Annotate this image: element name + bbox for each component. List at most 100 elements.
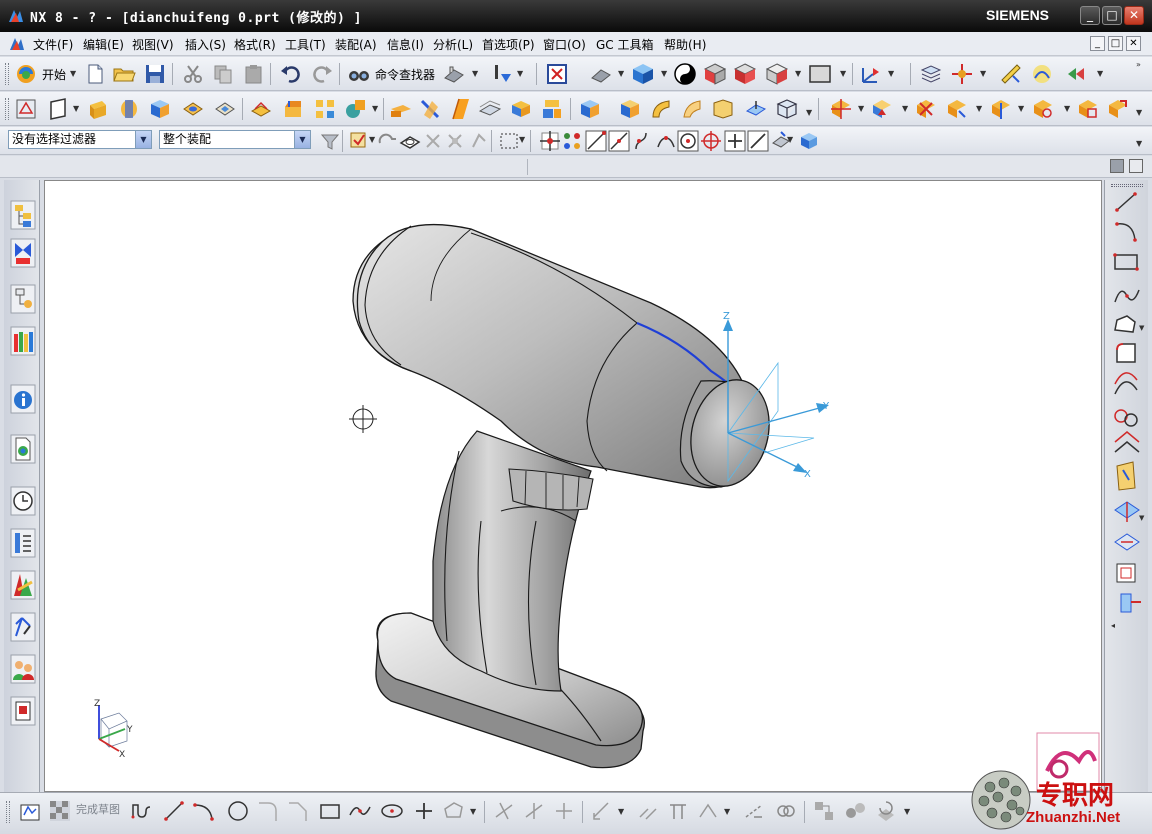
- manufacturing-wizards-icon[interactable]: [10, 570, 36, 600]
- chamfer-feature-icon[interactable]: [281, 97, 305, 121]
- menu-analysis[interactable]: 分析(L): [433, 36, 473, 53]
- chevron-down-icon[interactable]: ▼: [70, 69, 76, 78]
- start-icon[interactable]: [14, 62, 38, 86]
- menu-tools[interactable]: 工具(T): [285, 36, 326, 53]
- offset-curve-icon[interactable]: [1114, 372, 1138, 395]
- convert-reference-icon[interactable]: [742, 799, 766, 823]
- measure-distance-icon[interactable]: [999, 62, 1023, 86]
- fit-view-icon[interactable]: [545, 62, 569, 86]
- snap-tool-1-icon[interactable]: [421, 129, 445, 153]
- datum-plane-icon[interactable]: [47, 97, 71, 121]
- block-icon[interactable]: [148, 97, 172, 121]
- roles-icon[interactable]: [10, 612, 36, 642]
- derived-lines-icon[interactable]: [1116, 563, 1136, 583]
- selection-scope-dropdown[interactable]: 整个装配 ▼: [159, 130, 311, 149]
- layer-settings-icon[interactable]: [919, 62, 943, 86]
- chevron-down-icon[interactable]: ▼: [904, 807, 910, 816]
- clip-section-icon[interactable]: [733, 62, 757, 86]
- arc-icon[interactable]: [1115, 222, 1137, 242]
- pattern-curve-icon[interactable]: [1114, 409, 1138, 427]
- reattach-icon[interactable]: [843, 799, 867, 823]
- studio-spline-icon[interactable]: [1114, 289, 1140, 303]
- toolbar-grip[interactable]: [5, 98, 9, 120]
- rectangle-icon[interactable]: [318, 799, 342, 823]
- chevron-down-icon[interactable]: ▼: [724, 807, 730, 816]
- chevron-down-icon[interactable]: ▼: [294, 131, 310, 148]
- undo-icon[interactable]: [279, 62, 303, 86]
- sketch-in-task-icon[interactable]: [14, 97, 38, 121]
- close-button[interactable]: ✕: [1124, 6, 1144, 25]
- resize-face-icon[interactable]: [989, 97, 1013, 121]
- chevron-down-icon[interactable]: ▼: [519, 135, 525, 144]
- chevron-down-icon[interactable]: ▼: [840, 69, 846, 78]
- circle-icon[interactable]: [226, 799, 250, 823]
- chevron-down-icon[interactable]: ▼: [858, 104, 864, 113]
- toolbar-grip[interactable]: [6, 801, 10, 823]
- partial-shade-icon[interactable]: [765, 62, 789, 86]
- selection-icon[interactable]: [491, 62, 515, 86]
- line-icon[interactable]: [1115, 192, 1137, 212]
- intersection-curve-icon[interactable]: ▼: [1114, 501, 1145, 522]
- web-browser-icon[interactable]: [10, 434, 36, 464]
- constraint-navigator-icon[interactable]: [10, 238, 36, 268]
- chamfer-icon[interactable]: [286, 799, 310, 823]
- color-swatch-icon[interactable]: [808, 62, 832, 86]
- add-existing-curves-icon[interactable]: [1114, 533, 1140, 551]
- new-file-icon[interactable]: [83, 62, 107, 86]
- point-on-face-icon[interactable]: [797, 129, 821, 153]
- part-navigator-icon[interactable]: [10, 284, 36, 314]
- copy-icon[interactable]: [211, 62, 235, 86]
- chevron-down-icon[interactable]: ▼: [1097, 69, 1103, 78]
- chevron-down-icon[interactable]: ▼: [787, 135, 793, 144]
- quick-trim-icon[interactable]: [492, 799, 516, 823]
- filter-settings-icon[interactable]: [318, 129, 342, 153]
- chevron-down-icon[interactable]: ▼: [369, 135, 375, 144]
- menu-assemblies[interactable]: 装配(A): [335, 36, 377, 53]
- point-on-curve-icon[interactable]: [630, 129, 654, 153]
- history-icon[interactable]: [10, 486, 36, 516]
- menu-insert[interactable]: 插入(S): [185, 36, 226, 53]
- through-curves-icon[interactable]: [680, 97, 704, 121]
- snap-tool-2-icon[interactable]: [443, 129, 467, 153]
- snap-point-icon[interactable]: [538, 129, 562, 153]
- tangent-point-icon[interactable]: [654, 129, 678, 153]
- view-orient-icon[interactable]: [589, 62, 613, 86]
- existing-point-icon[interactable]: [723, 129, 747, 153]
- fillet-icon[interactable]: [1116, 343, 1136, 363]
- chevron-down-icon[interactable]: ▼: [888, 69, 894, 78]
- offset-face-icon[interactable]: [478, 97, 502, 121]
- bounded-plane-icon[interactable]: [744, 97, 768, 121]
- hd3d-tools-icon[interactable]: [10, 384, 36, 414]
- touch-mode-icon[interactable]: [442, 62, 466, 86]
- chevron-down-icon[interactable]: ▼: [661, 69, 667, 78]
- polygon-icon[interactable]: ▼: [1114, 315, 1145, 333]
- rectangle-select-icon[interactable]: [497, 129, 521, 153]
- wcs-dynamic-icon[interactable]: [859, 62, 883, 86]
- pattern-face-icon[interactable]: [1031, 97, 1055, 121]
- mid-point-icon[interactable]: [607, 129, 631, 153]
- toolbar-overflow-icon[interactable]: »: [1136, 60, 1141, 69]
- background-icon[interactable]: [673, 62, 697, 86]
- reuse-library-icon[interactable]: [10, 326, 36, 356]
- show-constraints-icon[interactable]: [696, 799, 720, 823]
- binoculars-icon[interactable]: [347, 62, 371, 86]
- chevron-down-icon[interactable]: ▼: [806, 108, 812, 117]
- hole-icon[interactable]: [181, 97, 205, 121]
- fullscreen-icon[interactable]: [1129, 159, 1143, 173]
- chevron-down-icon[interactable]: ▼: [976, 104, 982, 113]
- split-body-icon[interactable]: [418, 97, 442, 121]
- collapse-arrow-icon[interactable]: ◂: [1111, 621, 1115, 630]
- intersection-point-icon[interactable]: [746, 129, 770, 153]
- chevron-down-icon[interactable]: ▼: [135, 131, 151, 148]
- menu-edit[interactable]: 编辑(E): [83, 36, 124, 53]
- trim-recipe-icon[interactable]: [1120, 593, 1141, 613]
- menu-view[interactable]: 视图(V): [132, 36, 174, 53]
- toolbar-overflow-icon[interactable]: ▼: [1136, 139, 1142, 148]
- type-filter-dropdown[interactable]: 没有选择过滤器 ▼: [8, 130, 152, 149]
- quadrant-point-icon[interactable]: [699, 129, 723, 153]
- delete-face-icon[interactable]: [914, 97, 938, 121]
- make-corner-icon[interactable]: [552, 799, 576, 823]
- doc-close-button[interactable]: ✕: [1126, 36, 1141, 51]
- snap-tool-3-icon[interactable]: [467, 129, 491, 153]
- ellipse-icon[interactable]: [380, 799, 404, 823]
